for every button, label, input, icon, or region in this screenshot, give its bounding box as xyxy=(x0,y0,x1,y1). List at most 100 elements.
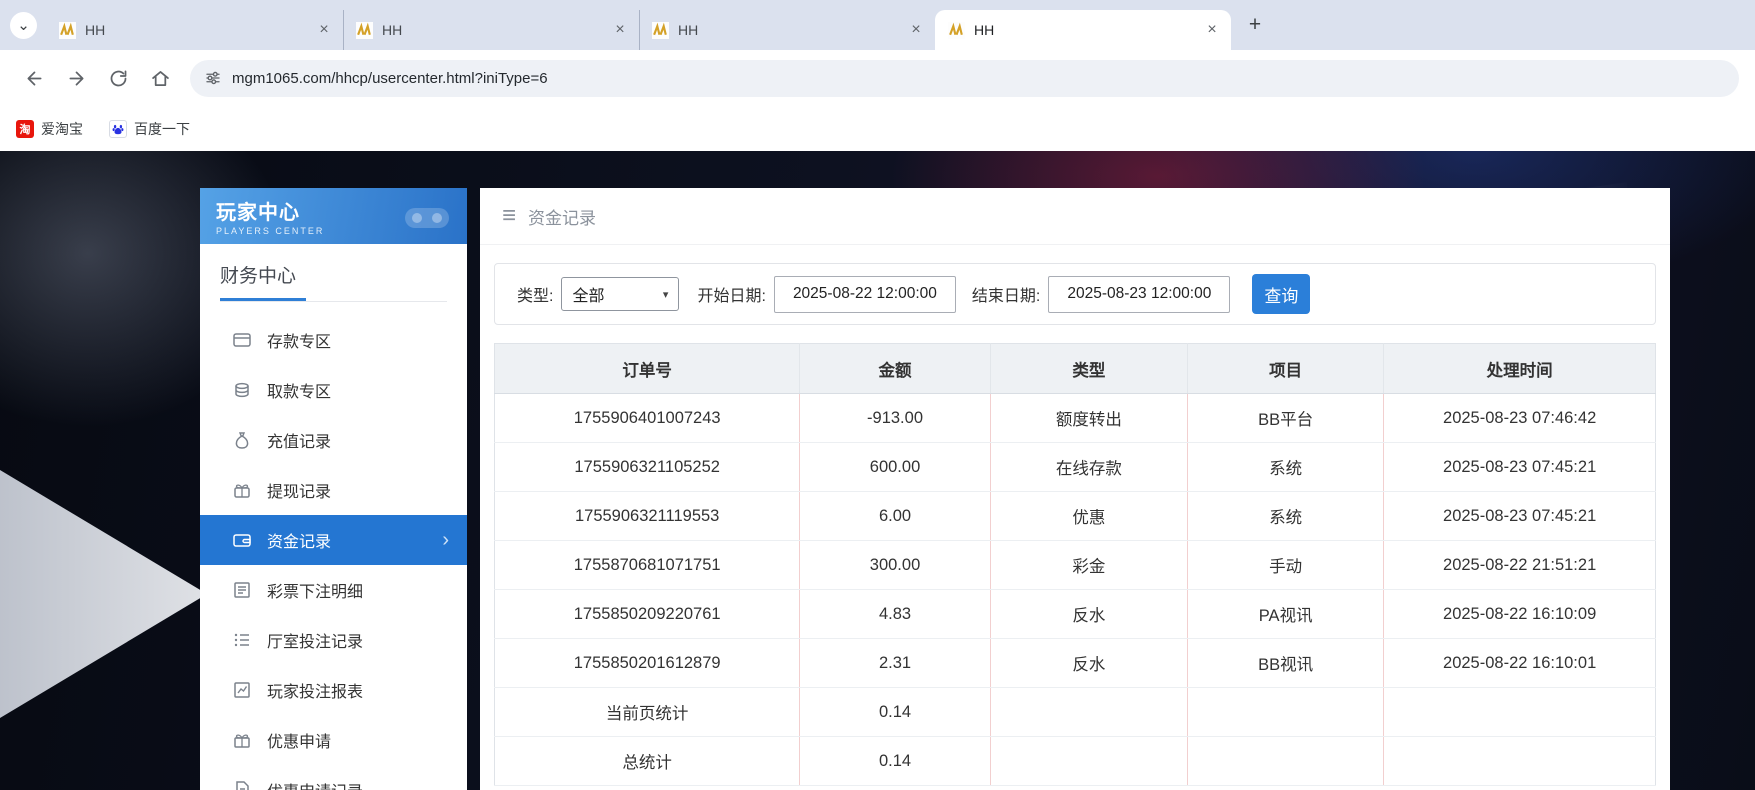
sidebar-item-deposit[interactable]: 存款专区 xyxy=(200,315,467,365)
home-button[interactable] xyxy=(142,60,178,96)
column-header-type: 类型 xyxy=(990,344,1187,394)
finance-section: 财务中心 xyxy=(200,244,467,302)
table-cell: 当前页统计 xyxy=(495,688,800,737)
table-cell: 1755906401007243 xyxy=(495,394,800,443)
tab-label: HH xyxy=(974,22,1203,38)
bookmark-label: 爱淘宝 xyxy=(41,119,83,139)
back-button[interactable] xyxy=(16,60,52,96)
tab[interactable]: HH × xyxy=(343,10,639,50)
hamburger-icon[interactable]: ≡ xyxy=(502,204,516,228)
sidebar-item-hall-bets[interactable]: 厅室投注记录 xyxy=(200,615,467,665)
table-cell: 优惠 xyxy=(990,492,1187,541)
table-cell: 2025-08-23 07:45:21 xyxy=(1384,492,1656,541)
sidebar-item-label: 厅室投注记录 xyxy=(267,628,363,652)
sidebar-item-recharge-records[interactable]: 充值记录 xyxy=(200,415,467,465)
site-favicon xyxy=(356,22,373,39)
table-cell xyxy=(1384,688,1656,737)
bookmark-taobao[interactable]: 淘 爱淘宝 xyxy=(16,119,83,139)
site-settings-icon xyxy=(204,69,222,87)
end-date-input[interactable] xyxy=(1048,276,1230,313)
table-cell xyxy=(990,688,1187,737)
forward-button[interactable] xyxy=(58,60,94,96)
table-cell: 彩金 xyxy=(990,541,1187,590)
sidebar-item-label: 取款专区 xyxy=(267,378,331,402)
table-cell: 600.00 xyxy=(800,443,990,492)
table-cell xyxy=(1188,688,1384,737)
table-cell: 1755906321105252 xyxy=(495,443,800,492)
sidebar-item-promo-apply[interactable]: 优惠申请 xyxy=(200,715,467,765)
table-row-page-total: 当前页统计 0.14 xyxy=(495,688,1656,737)
table-cell: 1755870681071751 xyxy=(495,541,800,590)
table-cell: 0.14 xyxy=(800,737,990,786)
table-cell: 2025-08-22 16:10:09 xyxy=(1384,590,1656,639)
start-date-input[interactable] xyxy=(774,276,956,313)
sidebar-item-promo-records[interactable]: 优惠申请记录 xyxy=(200,765,467,790)
tab-strip: ⌄ HH × HH × HH × HH × + xyxy=(0,0,1755,50)
sidebar-item-label: 存款专区 xyxy=(267,328,331,352)
back-icon xyxy=(24,68,45,89)
type-select-value: 全部 xyxy=(572,282,662,306)
tab-label: HH xyxy=(382,22,611,38)
table-cell: 2.31 xyxy=(800,639,990,688)
table-cell xyxy=(990,737,1187,786)
url-bar[interactable]: mgm1065.com/hhcp/usercenter.html?iniType… xyxy=(190,60,1739,97)
baidu-paw-icon xyxy=(111,122,125,136)
finance-section-title: 财务中心 xyxy=(220,261,447,288)
table-cell: 系统 xyxy=(1188,443,1384,492)
tab-active[interactable]: HH × xyxy=(935,10,1231,50)
main-panel: ≡ 资金记录 类型: 全部 ▾ 开始日期: 结束日期: 查询 订单号 金额 xyxy=(480,188,1670,790)
table-cell: 4.83 xyxy=(800,590,990,639)
tab-search-button[interactable]: ⌄ xyxy=(10,12,37,39)
tab-close-icon[interactable]: × xyxy=(611,21,629,39)
table-cell: 1755850201612879 xyxy=(495,639,800,688)
sidebar-item-player-report[interactable]: 玩家投注报表 xyxy=(200,665,467,715)
table-cell: 在线存款 xyxy=(990,443,1187,492)
sidebar-item-withdraw[interactable]: 取款专区 xyxy=(200,365,467,415)
column-header-time: 处理时间 xyxy=(1384,344,1656,394)
tab[interactable]: HH × xyxy=(47,10,343,50)
type-label: 类型: xyxy=(517,282,553,306)
sidebar: 玩家中心 PLAYERS CENTER 财务中心 存款专区 取款专区 充值记录 xyxy=(200,188,467,790)
table-header: 订单号 金额 类型 项目 处理时间 xyxy=(495,344,1656,394)
bookmark-baidu[interactable]: 百度一下 xyxy=(109,119,190,139)
sidebar-item-label: 优惠申请 xyxy=(267,728,331,752)
table-row-grand-total: 总统计 0.14 xyxy=(495,737,1656,786)
url-text[interactable]: mgm1065.com/hhcp/usercenter.html?iniType… xyxy=(232,70,548,87)
table-cell: 1755906321119553 xyxy=(495,492,800,541)
table-cell: 手动 xyxy=(1188,541,1384,590)
tab-close-icon[interactable]: × xyxy=(907,21,925,39)
table-cell: 2025-08-22 21:51:21 xyxy=(1384,541,1656,590)
tab-label: HH xyxy=(678,22,907,38)
table-cell: 额度转出 xyxy=(990,394,1187,443)
tab-close-icon[interactable]: × xyxy=(315,21,333,39)
sidebar-header: 玩家中心 PLAYERS CENTER xyxy=(200,188,467,244)
table-cell: 系统 xyxy=(1188,492,1384,541)
sidebar-item-withdrawal-records[interactable]: 提现记录 xyxy=(200,465,467,515)
new-tab-button[interactable]: + xyxy=(1241,11,1269,39)
sidebar-item-fund-records[interactable]: 资金记录 › xyxy=(200,515,467,565)
table-cell: 总统计 xyxy=(495,737,800,786)
sidebar-item-label: 资金记录 xyxy=(267,528,331,552)
sidebar-item-label: 优惠申请记录 xyxy=(267,778,363,790)
table-cell: 反水 xyxy=(990,639,1187,688)
table-row: 1755850209220761 4.83 反水 PA视讯 2025-08-22… xyxy=(495,590,1656,639)
gamepad-icon xyxy=(399,198,455,234)
table-cell: 2025-08-22 16:10:01 xyxy=(1384,639,1656,688)
site-favicon xyxy=(652,22,669,39)
purse-icon xyxy=(232,480,252,500)
type-select[interactable]: 全部 ▾ xyxy=(561,277,679,311)
search-button[interactable]: 查询 xyxy=(1252,274,1310,314)
tab[interactable]: HH × xyxy=(639,10,935,50)
table-cell: 1755850209220761 xyxy=(495,590,800,639)
table-cell: PA视讯 xyxy=(1188,590,1384,639)
table-body: 1755906401007243 -913.00 额度转出 BB平台 2025-… xyxy=(495,394,1656,786)
records-table: 订单号 金额 类型 项目 处理时间 1755906401007243 -913.… xyxy=(494,343,1656,786)
site-favicon xyxy=(59,22,76,39)
document-icon xyxy=(232,780,252,790)
reload-button[interactable] xyxy=(100,60,136,96)
sidebar-item-lottery-details[interactable]: 彩票下注明细 xyxy=(200,565,467,615)
site-favicon xyxy=(948,22,965,39)
forward-icon xyxy=(66,68,87,89)
sidebar-item-label: 彩票下注明细 xyxy=(267,578,363,602)
tab-close-icon[interactable]: × xyxy=(1203,21,1221,39)
